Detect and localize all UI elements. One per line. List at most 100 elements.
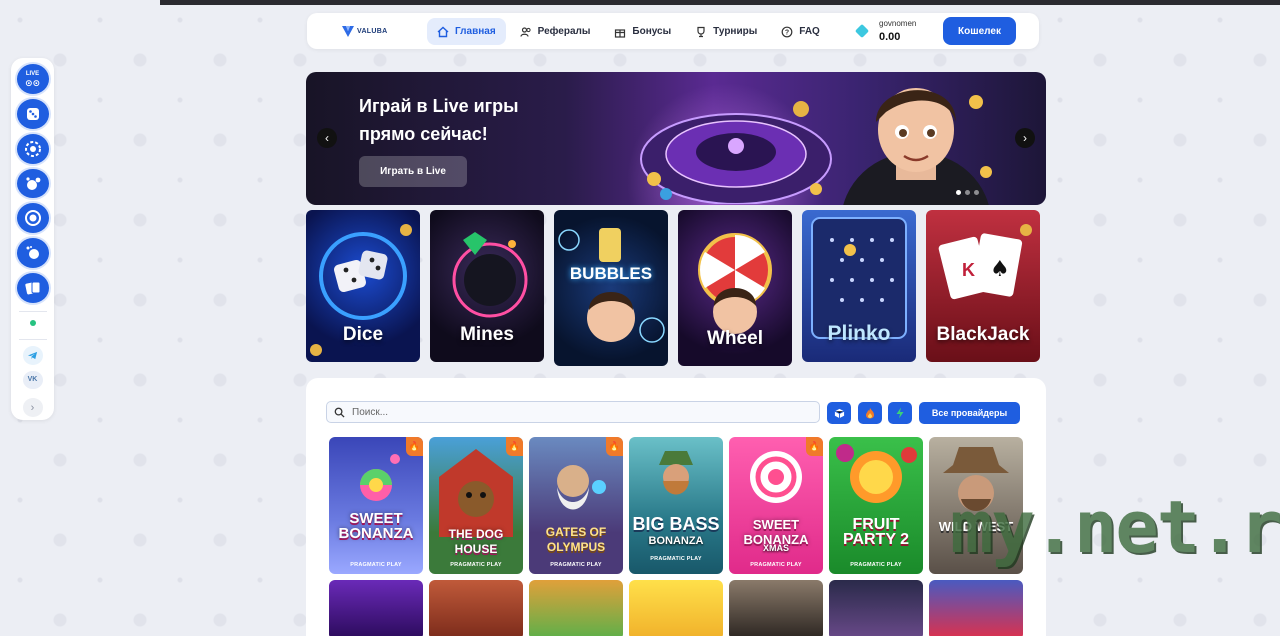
game-card-subtitle: BONANZA xyxy=(648,535,704,547)
gem-icon xyxy=(854,23,870,39)
telegram-icon xyxy=(27,351,38,359)
sidebar-cards[interactable] xyxy=(16,273,49,304)
game-card-title: BIG BASS xyxy=(632,514,720,534)
tile-blackjack[interactable]: K ♠ BlackJack xyxy=(926,210,1040,362)
banner-title: Играй в Live игры прямо сейчас! xyxy=(359,96,519,144)
chevron-right-icon: › xyxy=(30,401,35,414)
nav-faq[interactable]: ? FAQ xyxy=(771,18,830,45)
game-card-sweet-bonanza-xmas[interactable]: SWEET BONANZA XMAS PRAGMATIC PLAY 🔥 xyxy=(729,437,823,574)
search-box[interactable] xyxy=(326,401,820,423)
game-card[interactable] xyxy=(929,580,1023,636)
nav-home[interactable]: Главная xyxy=(427,18,506,45)
sidebar: LIVE ⊙⊙ VK › xyxy=(11,58,54,420)
sidebar-wheel[interactable] xyxy=(16,133,49,164)
chevron-left-icon: ‹ xyxy=(325,131,329,145)
nav-tournaments-label: Турниры xyxy=(713,26,758,37)
game-card-provider: PRAGMATIC PLAY xyxy=(350,562,402,568)
game-card[interactable] xyxy=(629,580,723,636)
tile-dice[interactable]: Dice xyxy=(306,210,420,362)
game-card[interactable] xyxy=(529,580,623,636)
tile-wheel-label: Wheel xyxy=(707,328,763,349)
banner-prev-button[interactable]: ‹ xyxy=(317,128,337,148)
filter-originals-button[interactable] xyxy=(827,402,851,424)
play-live-button[interactable]: Играть в Live xyxy=(359,156,467,187)
game-card-provider: PRAGMATIC PLAY xyxy=(650,556,702,562)
filter-hot-button[interactable] xyxy=(858,402,882,424)
pagination-dot[interactable] xyxy=(956,190,961,195)
game-card[interactable] xyxy=(729,580,823,636)
pagination-dot[interactable] xyxy=(974,190,979,195)
nav-referrals[interactable]: Рефералы xyxy=(510,18,601,45)
bubbles-icon xyxy=(25,176,40,190)
username: govnomen xyxy=(879,19,917,28)
game-card[interactable] xyxy=(329,580,423,636)
comet-icon xyxy=(26,246,39,260)
nav-bonuses[interactable]: Бонусы xyxy=(604,18,681,45)
games-grid: SWEET BONANZA PRAGMATIC PLAY 🔥 THE DOG H… xyxy=(329,437,1023,636)
nav-bonuses-label: Бонусы xyxy=(632,26,672,37)
game-card-gates-of-olympus[interactable]: GATES OF OLYMPUS PRAGMATIC PLAY 🔥 xyxy=(529,437,623,574)
vk-link[interactable]: VK xyxy=(22,370,43,390)
logo-text: VALUBA xyxy=(357,27,388,35)
sidebar-divider xyxy=(18,311,47,312)
banner-next-button[interactable]: › xyxy=(1015,128,1035,148)
hot-badge: 🔥 xyxy=(406,437,423,456)
search-input[interactable] xyxy=(352,406,802,418)
game-card-title: FRUIT PARTY 2 xyxy=(842,516,910,548)
game-card-title: SWEET BONANZA xyxy=(338,510,414,542)
telegram-link[interactable] xyxy=(22,345,43,365)
flame-icon: 🔥 xyxy=(808,441,821,451)
character-illustration xyxy=(843,88,992,205)
banner-pagination xyxy=(956,190,979,195)
pagination-dot[interactable] xyxy=(965,190,970,195)
svg-text:K: K xyxy=(962,260,975,280)
game-card-sweet-bonanza[interactable]: SWEET BONANZA PRAGMATIC PLAY 🔥 xyxy=(329,437,423,574)
games-panel: Все провайдеры SWEET BONANZA PRAGMATIC P… xyxy=(306,378,1046,636)
game-card[interactable] xyxy=(829,580,923,636)
chevron-right-icon: › xyxy=(1023,131,1027,145)
tile-bubbles[interactable]: BUBBLES xyxy=(554,210,668,366)
browser-top-edge xyxy=(160,0,1280,5)
gamepad-icon: ⊙⊙ xyxy=(24,77,41,88)
promo-banner[interactable]: Играй в Live игры прямо сейчас! Играть в… xyxy=(306,72,1046,205)
nav-tournaments[interactable]: Турниры xyxy=(685,18,767,45)
all-providers-button[interactable]: Все провайдеры xyxy=(919,402,1020,424)
tile-bubbles-title: BUBBLES xyxy=(569,264,653,283)
svg-text:?: ? xyxy=(785,29,789,36)
game-card-big-bass-bonanza[interactable]: BIG BASS BONANZA PRAGMATIC PLAY xyxy=(629,437,723,574)
tile-dice-label: Dice xyxy=(342,324,384,345)
game-card-provider: PRAGMATIC PLAY xyxy=(550,562,602,568)
sidebar-expand-button[interactable]: › xyxy=(22,398,43,417)
originals-row: Dice Mines BUBBLES Wheel Plinko K ♠ Blac… xyxy=(306,210,1040,366)
sidebar-dice[interactable] xyxy=(16,98,49,129)
sidebar-live-games[interactable]: LIVE ⊙⊙ xyxy=(16,64,49,94)
game-card[interactable] xyxy=(429,580,523,636)
roulette-wheel-image xyxy=(640,101,832,204)
filter-new-button[interactable] xyxy=(888,402,912,424)
dice-icon xyxy=(26,107,39,120)
bubbles-image xyxy=(558,228,665,343)
sidebar-target[interactable] xyxy=(16,203,49,234)
game-card-fruit-party-2[interactable]: FRUIT PARTY 2 PRAGMATIC PLAY xyxy=(829,437,923,574)
candy-image xyxy=(360,454,400,501)
fruit-image xyxy=(836,444,917,503)
nav-faq-label: FAQ xyxy=(799,26,820,37)
search-icon xyxy=(334,407,345,418)
logo[interactable]: VALUBA xyxy=(341,24,387,38)
game-card-provider: PRAGMATIC PLAY xyxy=(850,562,902,568)
sidebar-divider xyxy=(18,339,47,340)
tile-blackjack-label: BlackJack xyxy=(936,324,1030,345)
help-icon: ? xyxy=(781,26,793,37)
sidebar-bubbles[interactable] xyxy=(16,168,49,199)
fisherman-image xyxy=(659,451,693,495)
wallet-button[interactable]: Кошелек xyxy=(943,17,1016,45)
top-header: VALUBA Главная Рефералы Бонусы Турниры ?… xyxy=(307,13,1039,49)
tile-wheel[interactable]: Wheel xyxy=(678,210,792,366)
user-balance[interactable]: govnomen 0.00 xyxy=(854,19,917,43)
tile-plinko[interactable]: Plinko xyxy=(802,210,916,362)
flame-icon: 🔥 xyxy=(408,441,421,451)
tile-mines[interactable]: Mines xyxy=(430,210,544,362)
game-card-subtitle: XMAS xyxy=(762,543,789,553)
sidebar-crash[interactable] xyxy=(16,238,49,269)
game-card-dog-house[interactable]: THE DOG HOUSE PRAGMATIC PLAY 🔥 xyxy=(429,437,523,574)
